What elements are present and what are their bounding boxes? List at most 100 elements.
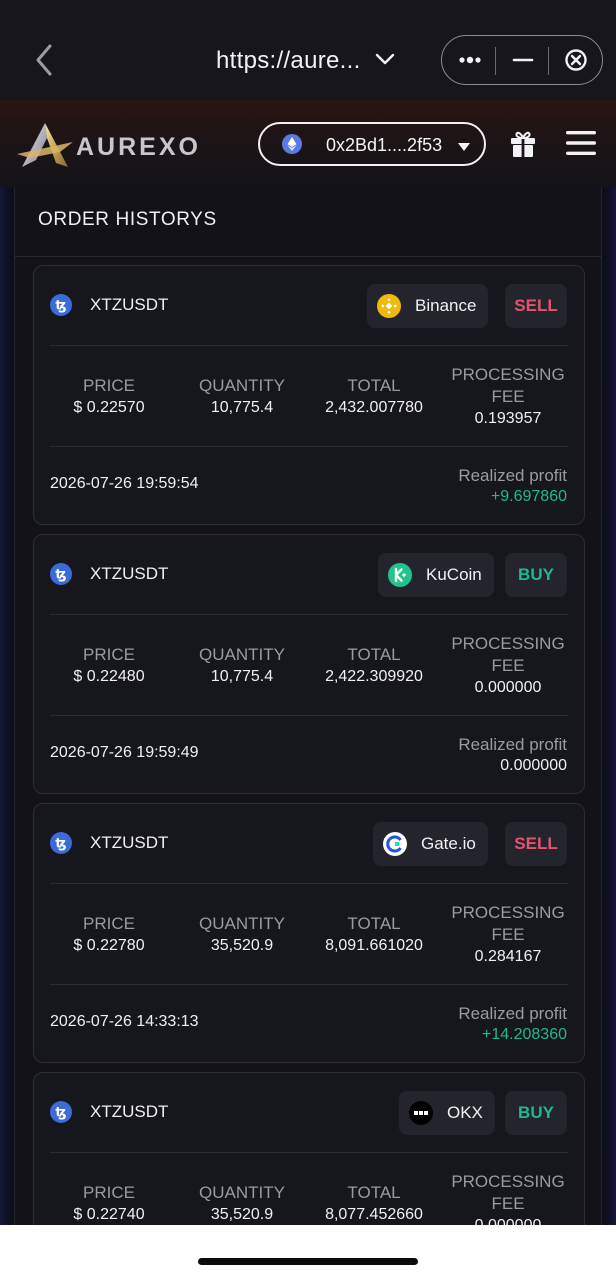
total-label: TOTAL — [347, 645, 401, 664]
okx-icon — [409, 1101, 433, 1125]
price-value: $ 0.22780 — [73, 937, 145, 954]
price-column: PRICE $ 0.22740 — [54, 1182, 164, 1225]
exchange-badge: KuCoin — [378, 553, 494, 597]
close-circle-icon[interactable] — [564, 48, 588, 72]
tezos-icon: ꜩ — [50, 1101, 72, 1123]
svg-text:ꜩ: ꜩ — [55, 299, 66, 314]
trading-pair: XTZUSDT — [90, 1102, 169, 1121]
realized-profit: Realized profit +9.697860 — [458, 465, 567, 507]
quantity-label: QUANTITY — [199, 645, 285, 664]
more-dots-icon[interactable] — [459, 49, 481, 71]
fee-column: PROCESSING FEE 0.000000 — [446, 633, 570, 699]
svg-text:ꜩ: ꜩ — [55, 1106, 66, 1121]
price-value: $ 0.22740 — [73, 1206, 145, 1223]
logo-text: AUREXO — [76, 133, 201, 161]
price-label: PRICE — [83, 645, 135, 664]
total-column: TOTAL 2,432.007780 — [314, 375, 434, 419]
home-indicator[interactable] — [198, 1258, 418, 1265]
total-column: TOTAL 2,422.309920 — [314, 644, 434, 688]
quantity-value: 10,775.4 — [210, 399, 274, 416]
price-label: PRICE — [83, 1183, 135, 1202]
tezos-icon: ꜩ — [50, 563, 72, 585]
trading-pair: XTZUSDT — [90, 295, 169, 314]
quantity-value: 10,775.4 — [210, 668, 274, 685]
quantity-value: 35,520.9 — [210, 937, 274, 954]
fee-label-line2: FEE — [491, 1194, 525, 1213]
order-side-badge: SELL — [505, 822, 567, 866]
price-column: PRICE $ 0.22780 — [54, 913, 164, 957]
aurexo-logo[interactable]: AUREXO — [16, 120, 248, 170]
quantity-label: QUANTITY — [199, 376, 285, 395]
quantity-column: QUANTITY 10,775.4 — [184, 375, 300, 419]
fee-value: 0.000000 — [474, 679, 542, 696]
total-value: 2,422.309920 — [325, 668, 423, 685]
order-side-badge: BUY — [505, 1091, 567, 1135]
order-datetime: 2026-07-26 14:33:13 — [50, 1013, 199, 1030]
hamburger-menu-icon[interactable] — [566, 129, 596, 157]
price-value: $ 0.22480 — [73, 668, 145, 685]
fee-value: 0.284167 — [474, 948, 542, 965]
page-title: ORDER HISTORYS — [38, 209, 217, 230]
app-header: AUREXO 0x2Bd1....2f53 — [0, 100, 616, 188]
fee-label-line2: FEE — [491, 656, 525, 675]
logo-mark-icon — [17, 123, 73, 167]
total-value: 2,432.007780 — [325, 399, 423, 416]
capsule-divider — [548, 47, 549, 75]
exchange-badge: Binance — [367, 284, 489, 328]
order-side-badge: BUY — [505, 553, 567, 597]
kucoin-icon — [388, 563, 412, 587]
quantity-value: 35,520.9 — [210, 1206, 274, 1223]
svg-text:ꜩ: ꜩ — [55, 837, 66, 852]
realized-profit-value: +9.697860 — [490, 488, 567, 505]
title-divider — [15, 256, 601, 257]
gift-icon[interactable] — [509, 130, 537, 158]
url-dropdown[interactable]: https://aure... — [216, 44, 395, 78]
order-datetime: 2026-07-26 19:59:54 — [50, 475, 199, 492]
exchange-name: OKX — [447, 1103, 483, 1122]
trading-pair: XTZUSDT — [90, 564, 169, 583]
browser-top-bar: https://aure... — [0, 0, 616, 100]
realized-profit-value: 0.000000 — [500, 757, 567, 774]
quantity-column: QUANTITY 35,520.9 — [184, 1182, 300, 1225]
fee-value: 0.000000 — [446, 1215, 570, 1225]
gateio-icon — [383, 832, 407, 856]
total-label: TOTAL — [347, 376, 401, 395]
exchange-name: Binance — [415, 296, 477, 315]
fee-label-line1: PROCESSING — [451, 634, 565, 653]
card-divider — [50, 883, 568, 884]
exchange-badge: Gate.io — [373, 822, 488, 866]
total-value: 8,091.661020 — [325, 937, 423, 954]
fee-label-line1: PROCESSING — [451, 365, 565, 384]
wallet-address: 0x2Bd1....2f53 — [326, 135, 443, 155]
order-card: ꜩ XTZUSDT OKX BUY PRICE $ 0.22740 QUANTI… — [33, 1072, 585, 1225]
price-column: PRICE $ 0.22480 — [54, 644, 164, 688]
order-card: ꜩ XTZUSDT KuCoin BUY PRICE $ 0.22480 QUA… — [33, 534, 585, 794]
tezos-icon: ꜩ — [50, 294, 72, 316]
total-column: TOTAL 8,091.661020 — [314, 913, 434, 957]
realized-profit-label: Realized profit — [458, 466, 567, 485]
order-history-panel: ORDER HISTORYS ꜩ XTZUSDT Binance SELL PR… — [14, 188, 602, 1225]
quantity-label: QUANTITY — [199, 914, 285, 933]
order-datetime: 2026-07-26 19:59:49 — [50, 744, 199, 761]
fee-column: PROCESSING FEE 0.284167 — [446, 902, 570, 968]
quantity-label: QUANTITY — [199, 1183, 285, 1202]
mini-program-capsule — [441, 35, 603, 85]
minimize-icon[interactable] — [512, 49, 534, 71]
fee-value: 0.193957 — [474, 410, 542, 427]
caret-down-icon — [457, 139, 471, 151]
price-label: PRICE — [83, 914, 135, 933]
svg-text:ꜩ: ꜩ — [55, 568, 66, 583]
card-divider — [50, 345, 568, 346]
exchange-badge: OKX — [399, 1091, 495, 1135]
card-divider — [50, 1152, 568, 1153]
wallet-selector[interactable]: 0x2Bd1....2f53 — [258, 122, 486, 166]
chevron-left-icon[interactable] — [30, 40, 60, 80]
card-divider — [50, 446, 568, 447]
realized-profit-value: +14.208360 — [482, 1026, 567, 1043]
realized-profit: Realized profit +14.208360 — [458, 1003, 567, 1045]
exchange-name: KuCoin — [426, 565, 482, 584]
fee-label-line1: PROCESSING — [451, 1172, 565, 1191]
binance-icon — [377, 294, 401, 318]
card-divider — [50, 715, 568, 716]
tezos-icon: ꜩ — [50, 832, 72, 854]
